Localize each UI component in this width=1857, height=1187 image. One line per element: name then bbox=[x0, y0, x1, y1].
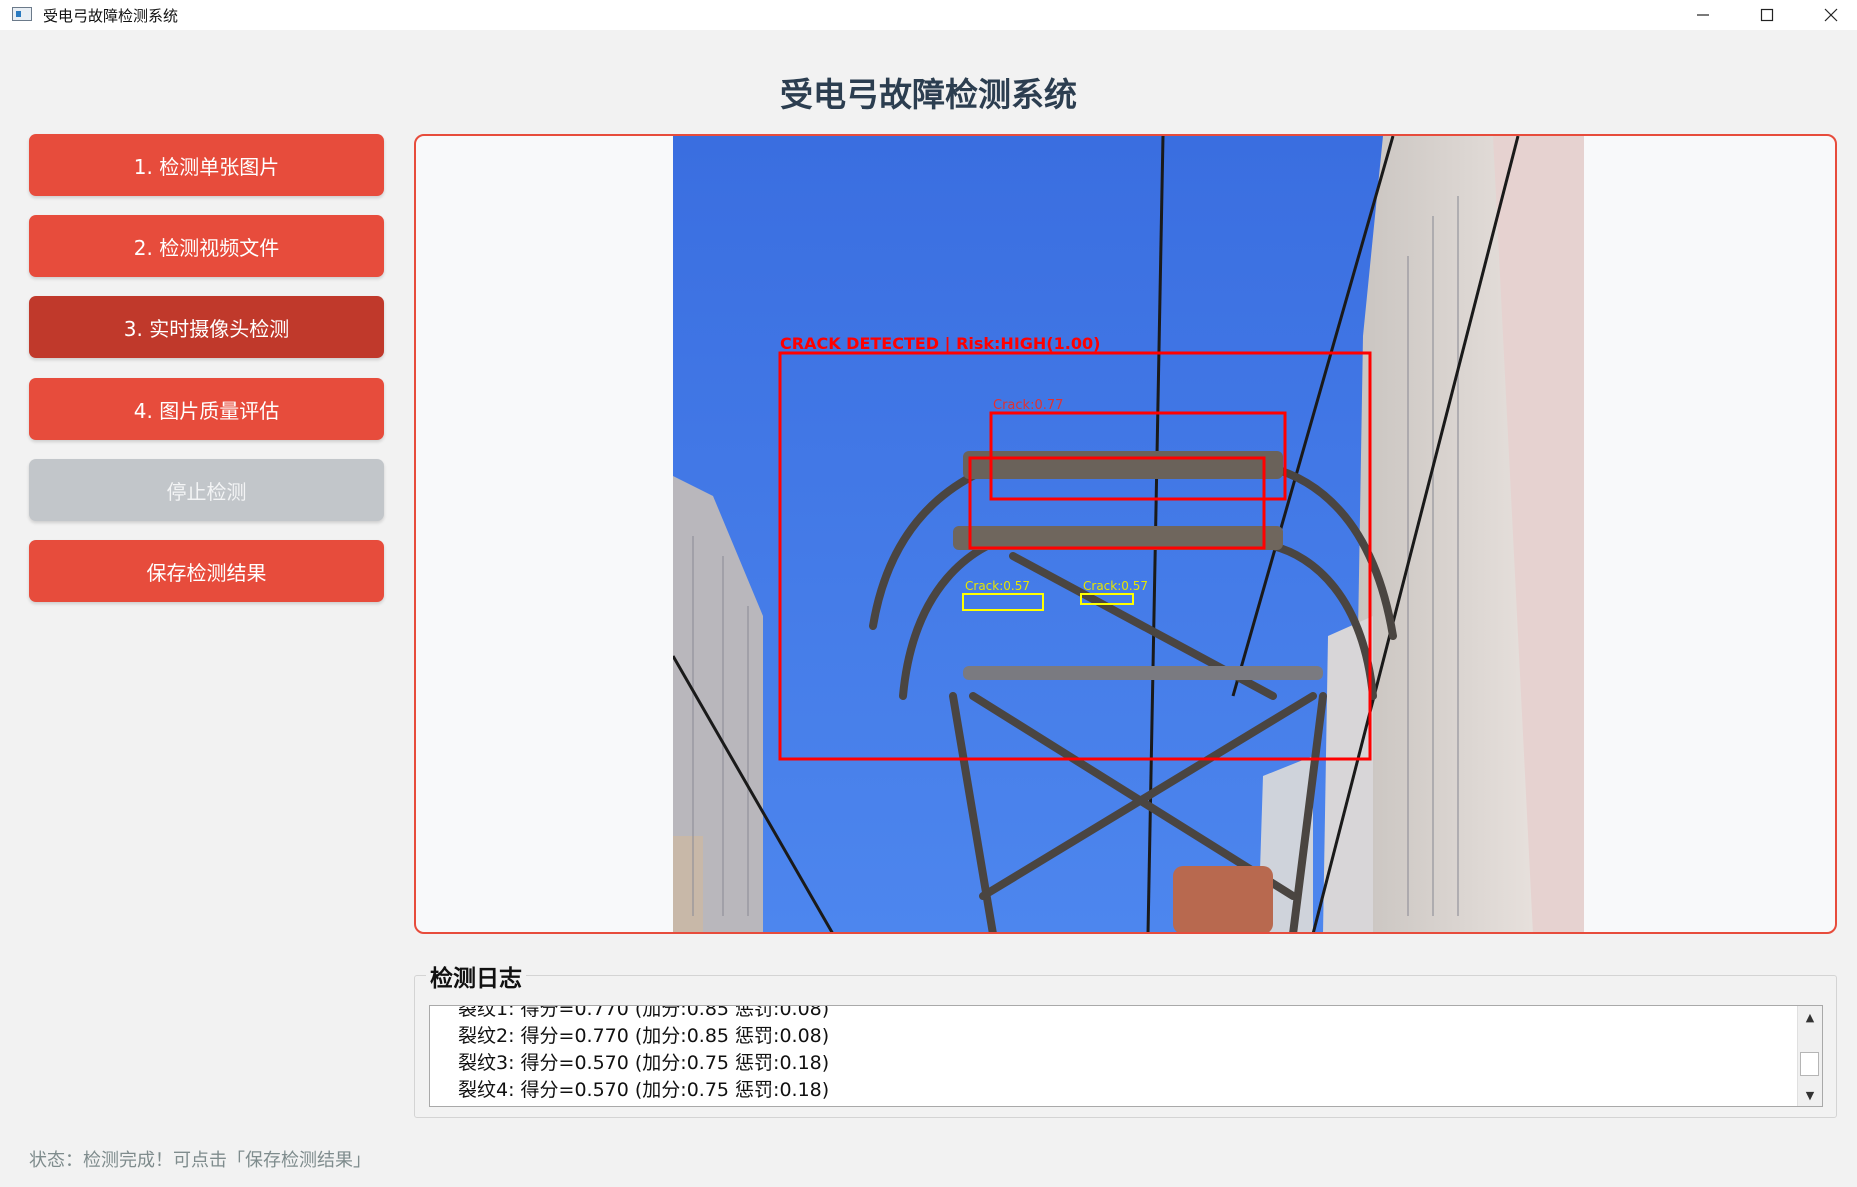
log-line: 裂纹2: 得分=0.770 (加分:0.85 惩罚:0.08) bbox=[458, 1025, 830, 1047]
detection-log-title: 检测日志 bbox=[426, 959, 526, 993]
log-scrollbar[interactable]: ▲ ▼ bbox=[1797, 1006, 1822, 1106]
save-results-button[interactable]: 保存检测结果 bbox=[29, 540, 384, 602]
scroll-thumb[interactable] bbox=[1800, 1052, 1819, 1076]
scroll-down-icon[interactable]: ▼ bbox=[1798, 1086, 1822, 1104]
log-line: 裂纹1: 得分=0.770 (加分:0.85 惩罚:0.08) bbox=[458, 1005, 830, 1020]
window-title: 受电弓故障检测系统 bbox=[43, 7, 179, 25]
image-quality-assess-button[interactable]: 4. 图片质量评估 bbox=[29, 378, 384, 440]
status-text: 状态：检测完成！可点击「保存检测结果」 bbox=[29, 1150, 371, 1171]
minimize-icon bbox=[1697, 14, 1709, 16]
maximize-icon bbox=[1760, 8, 1774, 22]
scroll-up-icon[interactable]: ▲ bbox=[1798, 1008, 1822, 1026]
maximize-button[interactable] bbox=[1736, 0, 1798, 30]
app-window-icon bbox=[12, 7, 32, 21]
detection-result-image: CRACK DETECTED | Risk:HIGH(1.00) Crack:0… bbox=[673, 136, 1584, 932]
app-title: 受电弓故障检测系统 bbox=[780, 75, 1077, 114]
close-button[interactable] bbox=[1800, 0, 1857, 30]
realtime-camera-detect-button[interactable]: 3. 实时摄像头检测 bbox=[29, 296, 384, 358]
window-title-bar: 受电弓故障检测系统 bbox=[0, 0, 1857, 30]
crack-box-label-3: Crack:0.57 bbox=[1083, 579, 1148, 593]
detect-single-image-button[interactable]: 1. 检测单张图片 bbox=[29, 134, 384, 196]
log-line: 裂纹4: 得分=0.570 (加分:0.75 惩罚:0.18) bbox=[458, 1079, 830, 1101]
minimize-button[interactable] bbox=[1672, 0, 1734, 30]
crack-box-label-2: Crack:0.57 bbox=[965, 579, 1030, 593]
crack-box-label-1: Crack:0.77 bbox=[993, 398, 1063, 413]
close-icon bbox=[1824, 8, 1838, 22]
stop-detection-button[interactable]: 停止检测 bbox=[29, 459, 384, 521]
log-line: 裂纹3: 得分=0.570 (加分:0.75 惩罚:0.18) bbox=[458, 1052, 830, 1074]
crack-banner-label: CRACK DETECTED | Risk:HIGH(1.00) bbox=[780, 334, 1100, 354]
detection-log-textbox[interactable]: 裂纹1: 得分=0.770 (加分:0.85 惩罚:0.08) 裂纹2: 得分=… bbox=[429, 1005, 1823, 1107]
detect-video-file-button[interactable]: 2. 检测视频文件 bbox=[29, 215, 384, 277]
detection-image-panel: CRACK DETECTED | Risk:HIGH(1.00) Crack:0… bbox=[414, 134, 1837, 934]
